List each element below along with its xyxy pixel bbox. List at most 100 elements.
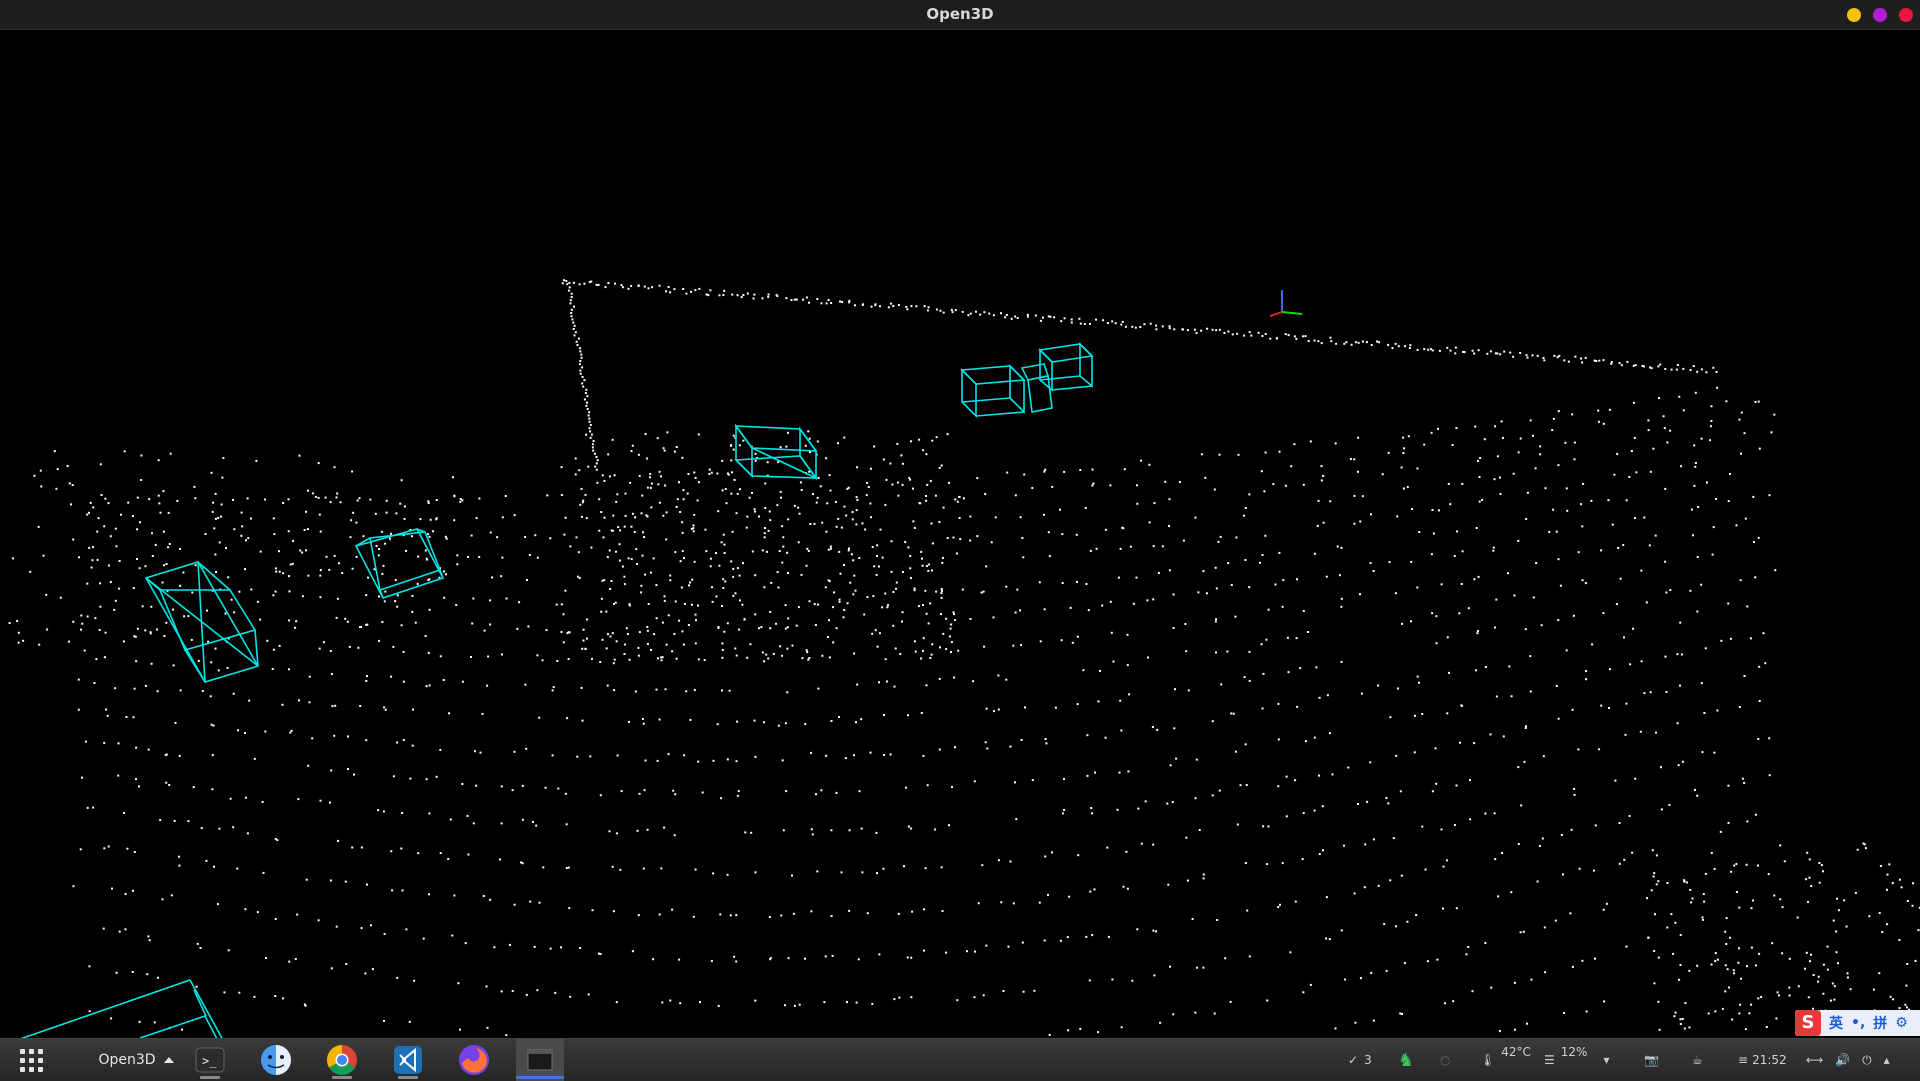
point bbox=[1042, 316, 1044, 319]
close-button[interactable] bbox=[1899, 8, 1913, 22]
point bbox=[1320, 465, 1323, 468]
point bbox=[1243, 514, 1245, 517]
point bbox=[1807, 900, 1809, 903]
point bbox=[1471, 990, 1474, 993]
point bbox=[664, 484, 667, 487]
point bbox=[1679, 934, 1682, 936]
point bbox=[621, 565, 624, 568]
tray-disk[interactable]: ☰ 12% ▾ bbox=[1544, 1039, 1609, 1081]
point bbox=[1354, 1021, 1357, 1024]
point bbox=[412, 708, 414, 711]
point bbox=[666, 431, 669, 434]
dock-finder[interactable] bbox=[256, 1039, 296, 1081]
point bbox=[1567, 360, 1570, 363]
point bbox=[1215, 587, 1218, 590]
power-icon[interactable]: ⏻ bbox=[1862, 1053, 1872, 1068]
tray-rocking-horse[interactable]: ♞ bbox=[1398, 1039, 1414, 1081]
point bbox=[575, 340, 578, 343]
point bbox=[785, 297, 788, 300]
point bbox=[585, 433, 588, 436]
dock-firefox[interactable] bbox=[454, 1039, 494, 1081]
point bbox=[1042, 513, 1045, 516]
dock-chrome[interactable] bbox=[322, 1039, 362, 1081]
dock-vscode[interactable] bbox=[388, 1039, 428, 1081]
point bbox=[1109, 600, 1112, 603]
point bbox=[1021, 941, 1024, 944]
input-method-widget[interactable]: S 英 •, 拼 ⚙ bbox=[1795, 1010, 1920, 1036]
point bbox=[784, 604, 787, 607]
ime-punctuation-toggle[interactable]: •, bbox=[1851, 1015, 1865, 1031]
point bbox=[120, 513, 122, 516]
point bbox=[1410, 560, 1413, 563]
point bbox=[124, 928, 127, 931]
point bbox=[855, 1001, 858, 1004]
dock-terminal[interactable]: >_ bbox=[190, 1039, 230, 1081]
point bbox=[1501, 852, 1503, 854]
point bbox=[1336, 545, 1339, 548]
tray-clock[interactable]: ≡ 21:52 bbox=[1738, 1039, 1787, 1081]
point bbox=[377, 554, 380, 557]
ime-mode-toggle[interactable]: 拼 bbox=[1873, 1013, 1887, 1033]
point bbox=[679, 511, 682, 513]
tray-system[interactable]: ⟷ 🔊 ⏻ ▴ bbox=[1806, 1039, 1890, 1081]
tray-screenshot[interactable]: 📷 bbox=[1644, 1039, 1659, 1081]
point bbox=[893, 685, 896, 688]
active-app-menu[interactable]: Open3D bbox=[92, 1039, 180, 1081]
show-apps-button[interactable] bbox=[16, 1039, 46, 1081]
point bbox=[871, 546, 874, 548]
point bbox=[990, 541, 993, 544]
point bbox=[1837, 962, 1839, 965]
window-titlebar[interactable]: Open3D bbox=[0, 0, 1920, 30]
maximize-button[interactable] bbox=[1873, 8, 1887, 22]
point bbox=[1061, 812, 1064, 815]
point bbox=[658, 913, 661, 916]
point bbox=[1846, 976, 1849, 979]
tray-circle[interactable]: ○ bbox=[1440, 1039, 1450, 1081]
point bbox=[657, 483, 660, 486]
point bbox=[1523, 760, 1526, 763]
point bbox=[973, 996, 976, 999]
point bbox=[148, 939, 151, 942]
point bbox=[1690, 901, 1693, 904]
point bbox=[335, 925, 338, 928]
point bbox=[1353, 892, 1356, 895]
point bbox=[1277, 702, 1280, 705]
point bbox=[308, 701, 311, 704]
point bbox=[587, 993, 590, 996]
minimize-button[interactable] bbox=[1847, 8, 1861, 22]
point bbox=[851, 518, 854, 521]
dock-open3d-window[interactable] bbox=[516, 1039, 564, 1081]
point bbox=[1361, 495, 1364, 498]
point bbox=[1361, 340, 1364, 343]
point bbox=[808, 437, 811, 440]
point bbox=[611, 865, 614, 868]
point bbox=[55, 487, 58, 490]
point bbox=[1137, 807, 1140, 810]
point bbox=[570, 315, 573, 318]
point bbox=[1574, 355, 1577, 358]
chevron-up-icon[interactable]: ▴ bbox=[1884, 1053, 1890, 1067]
point bbox=[255, 459, 258, 462]
point bbox=[1214, 566, 1217, 569]
point bbox=[1389, 716, 1392, 719]
volume-icon[interactable]: 🔊 bbox=[1835, 1053, 1850, 1067]
ime-language-toggle[interactable]: 英 bbox=[1829, 1013, 1843, 1033]
point-cloud-viewport[interactable] bbox=[0, 30, 1920, 1038]
point bbox=[1423, 348, 1426, 351]
tray-temperature[interactable]: 🌡 42°C bbox=[1480, 1039, 1531, 1081]
point bbox=[1016, 317, 1019, 319]
point bbox=[1563, 359, 1566, 362]
tray-coffee[interactable]: ☕ bbox=[1692, 1039, 1703, 1081]
point bbox=[907, 546, 910, 549]
point bbox=[1700, 682, 1703, 685]
point bbox=[1696, 794, 1699, 797]
point bbox=[623, 525, 626, 528]
point bbox=[674, 551, 677, 554]
point bbox=[414, 621, 417, 624]
point bbox=[385, 511, 388, 514]
gear-icon[interactable]: ⚙ bbox=[1895, 1015, 1908, 1031]
point bbox=[1623, 858, 1626, 861]
network-icon[interactable]: ⟷ bbox=[1806, 1053, 1823, 1067]
tray-tasks[interactable]: ✓ 3 bbox=[1348, 1039, 1372, 1081]
point-cloud-canvas[interactable] bbox=[0, 30, 1920, 1038]
